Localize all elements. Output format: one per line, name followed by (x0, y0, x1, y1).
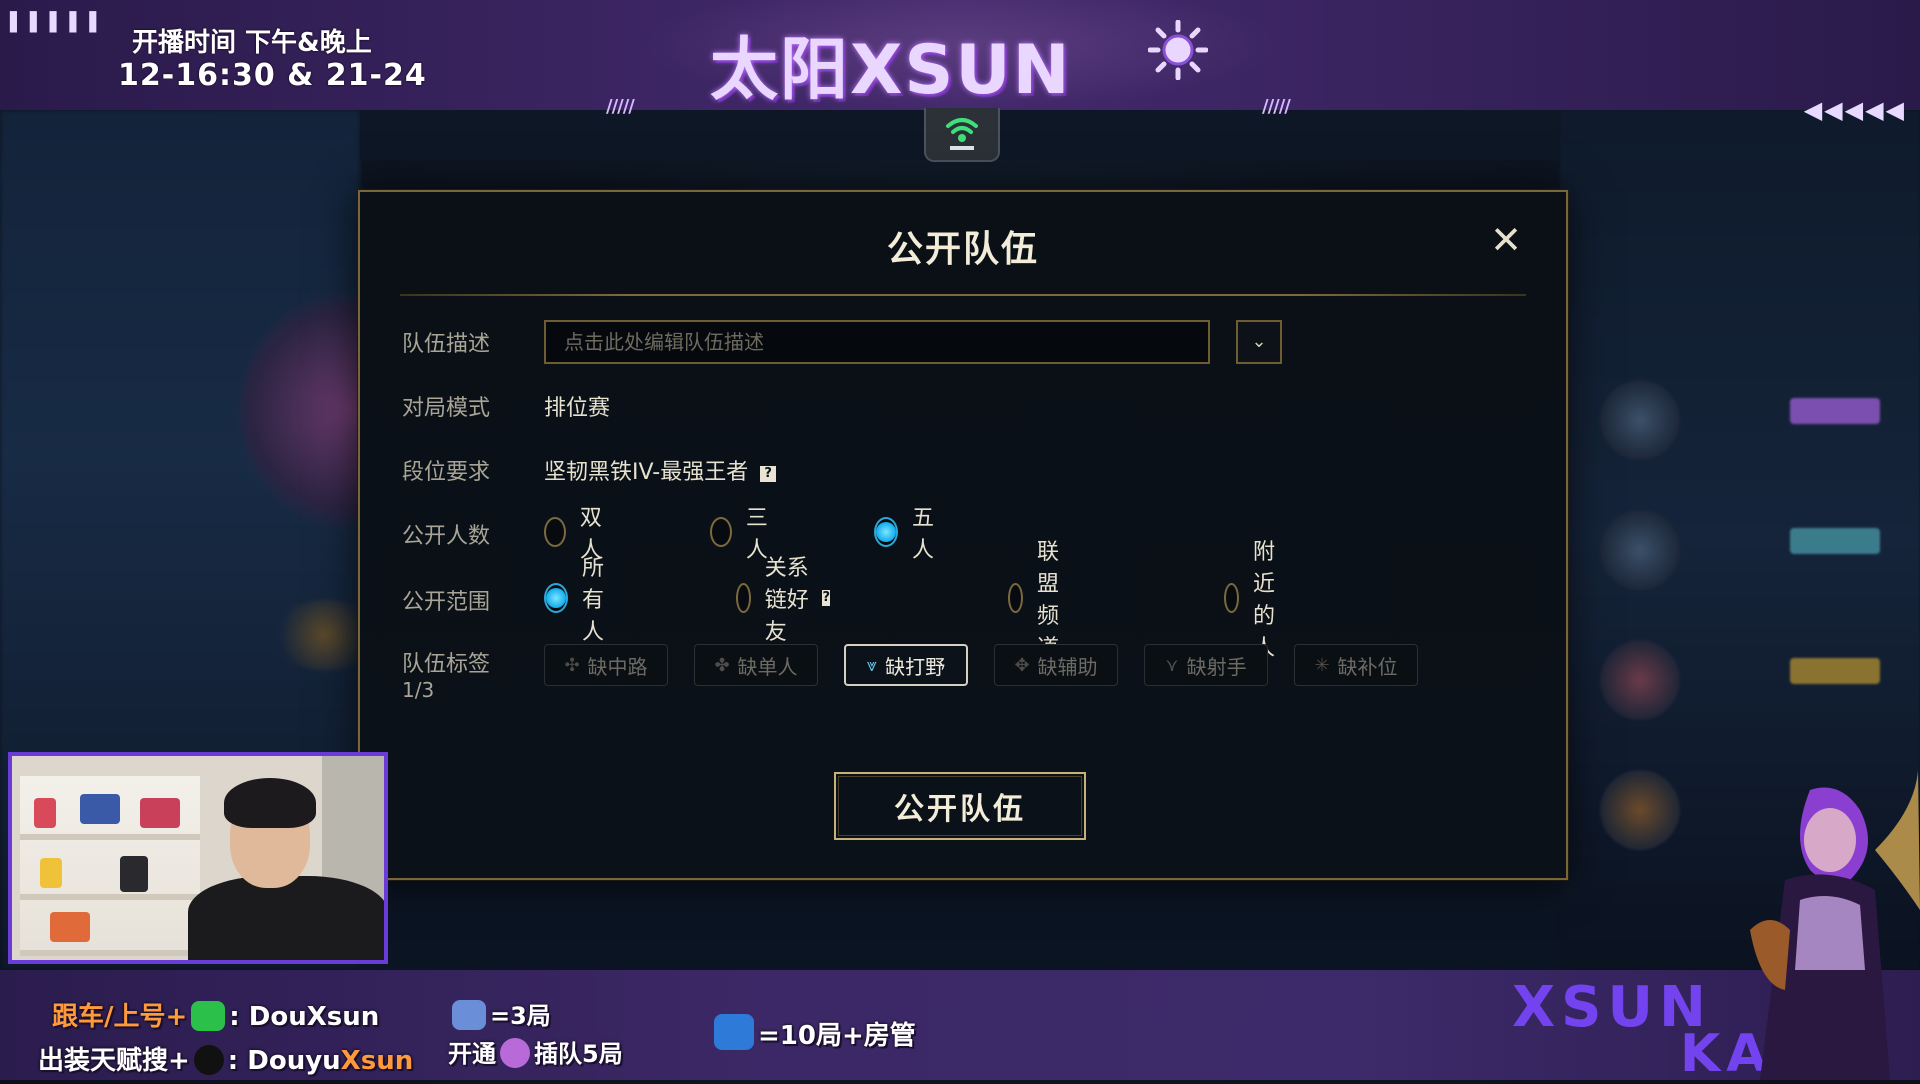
tiktok-icon (193, 1045, 224, 1075)
sun-icon (1148, 20, 1208, 80)
contact-mid: : Douyu (227, 1046, 341, 1076)
help-icon[interactable]: ? (822, 590, 831, 606)
decor-dashes-left: ▌▌▌▌▌ (10, 12, 110, 33)
title-divider (400, 294, 1526, 296)
subscribe-price: 开通 插队5局 (448, 1034, 623, 1069)
rocket-big-price: =10局+房管 (710, 1014, 916, 1052)
radio-label: 所有人 (582, 556, 605, 645)
background-bottom-strip (360, 880, 1560, 970)
radio-circle[interactable] (544, 517, 566, 547)
rank-value: 坚韧黑铁IV-最强王者 (544, 460, 749, 485)
background-friend-row (1600, 640, 1900, 730)
subscribe-suffix: 插队5局 (534, 1040, 623, 1068)
webcam-person-body (188, 876, 384, 960)
wifi-status (924, 108, 1000, 162)
wifi-icon (946, 118, 978, 150)
wechat-icon (191, 1001, 226, 1031)
contact-douyin: 出装天赋搜+ : DouyuXsun (38, 1040, 413, 1077)
radio-label: 联盟频道 (1036, 540, 1059, 661)
rank-label: 段位要求 (402, 460, 491, 485)
contact-id: : DouXsun (229, 1002, 380, 1032)
rocket-big-text: =10局+房管 (758, 1021, 916, 1051)
tag-missing-adc[interactable]: ⋎ 缺射手 (1144, 644, 1268, 686)
contact-wechat: 跟车/上号+ : DouXsun (52, 996, 379, 1033)
badge-icon (500, 1038, 530, 1068)
adc-icon: ⋎ (1165, 654, 1179, 676)
rocket-big-icon (714, 1014, 754, 1050)
tag-missing-jungle[interactable]: ⩔ 缺打野 (844, 644, 968, 686)
rank-requirement: 坚韧黑铁IV-最强王者? (544, 454, 777, 486)
team-description-input[interactable] (544, 320, 1210, 364)
radio-circle[interactable] (736, 583, 751, 613)
contact-prefix: 跟车/上号+ (52, 1002, 188, 1032)
tag-missing-mid[interactable]: ✣ 缺中路 (544, 644, 668, 686)
close-icon[interactable]: ✕ (1486, 220, 1526, 260)
tag-missing-top[interactable]: ✤ 缺单人 (694, 644, 818, 686)
background-friend-row (1600, 510, 1900, 600)
decor-arrows-right: ◀◀◀◀◀ (1803, 96, 1906, 124)
radio-alliance-channel[interactable]: 联盟频道 (1008, 540, 1074, 661)
schedule-hours: 12-16:30 & 21-24 (118, 58, 427, 93)
tag-label: 缺打野 (885, 654, 946, 679)
radio-nearby[interactable]: 附近的人 (1224, 540, 1290, 661)
radio-five-players[interactable]: 五人 (874, 506, 940, 563)
decor-slash-right: ///// (1262, 96, 1291, 117)
webcam-person-hair (224, 778, 316, 828)
radio-circle[interactable] (710, 517, 732, 547)
kaisa-character-art (1750, 770, 1920, 1080)
streamer-webcam (8, 752, 388, 964)
chevron-down-icon[interactable]: ⌄ (1236, 320, 1282, 364)
mode-label: 对局模式 (402, 396, 491, 421)
streamer-logo: 太阳XSUN (710, 31, 1072, 110)
radio-circle[interactable] (1008, 583, 1023, 613)
contact-prefix: 出装天赋搜+ (38, 1046, 190, 1076)
rocket-small-icon (452, 1000, 486, 1030)
radio-circle-selected[interactable] (874, 517, 898, 547)
tag-label: 缺射手 (1186, 654, 1247, 679)
tag-missing-support[interactable]: ✥ 缺辅助 (994, 644, 1118, 686)
radio-circle[interactable] (1224, 583, 1239, 613)
background-friend-row (1600, 380, 1900, 470)
support-icon: ✥ (1014, 654, 1030, 676)
tag-missing-fill[interactable]: ✳ 缺补位 (1294, 644, 1418, 686)
tag-label: 缺辅助 (1037, 654, 1098, 679)
count-label: 公开人数 (402, 524, 491, 549)
radio-everyone[interactable]: 所有人 (544, 556, 610, 645)
help-icon[interactable]: ? (760, 466, 777, 482)
subscribe-prefix: 开通 (448, 1040, 496, 1068)
radio-label: 关系链好友 (764, 556, 809, 645)
radio-label: 五人 (912, 506, 935, 563)
decor-slash-left: ///// (606, 96, 635, 117)
jungle-icon: ⩔ (866, 654, 878, 676)
mode-value: 排位赛 (544, 396, 611, 421)
rocket-small-text: =3局 (490, 1002, 551, 1030)
tag-label: 缺中路 (587, 654, 648, 679)
tag-label: 缺补位 (1337, 654, 1398, 679)
top-lane-icon: ✤ (714, 654, 730, 676)
radio-friends-chain[interactable]: 关系链好友 ? (736, 556, 831, 645)
publish-team-button[interactable]: 公开队伍 (834, 772, 1086, 840)
tags-label: 队伍标签 (402, 652, 491, 677)
fill-icon: ✳ (1314, 654, 1330, 676)
dialog-title: 公开队伍 (886, 229, 1039, 270)
radio-circle-selected[interactable] (544, 583, 568, 613)
rocket-small-price: =3局 (448, 996, 551, 1031)
radio-two-players[interactable]: 双人 (544, 506, 610, 563)
description-label: 队伍描述 (402, 332, 491, 357)
radio-three-players[interactable]: 三人 (710, 506, 776, 563)
public-team-dialog: 公开队伍 ✕ 队伍描述 ⌄ 对局模式 排位赛 段位要求 坚韧黑铁IV-最强王者?… (358, 190, 1568, 880)
tags-count: 1/3 (402, 678, 435, 702)
tag-label: 缺单人 (737, 654, 798, 679)
contact-suffix: Xsun (340, 1046, 414, 1076)
webcam-shelf (20, 776, 200, 956)
scope-label: 公开范围 (402, 590, 491, 615)
schedule-title: 开播时间 下午&晚上 (132, 28, 372, 58)
radio-label: 附近的人 (1252, 540, 1275, 661)
mid-lane-icon: ✣ (564, 654, 580, 676)
